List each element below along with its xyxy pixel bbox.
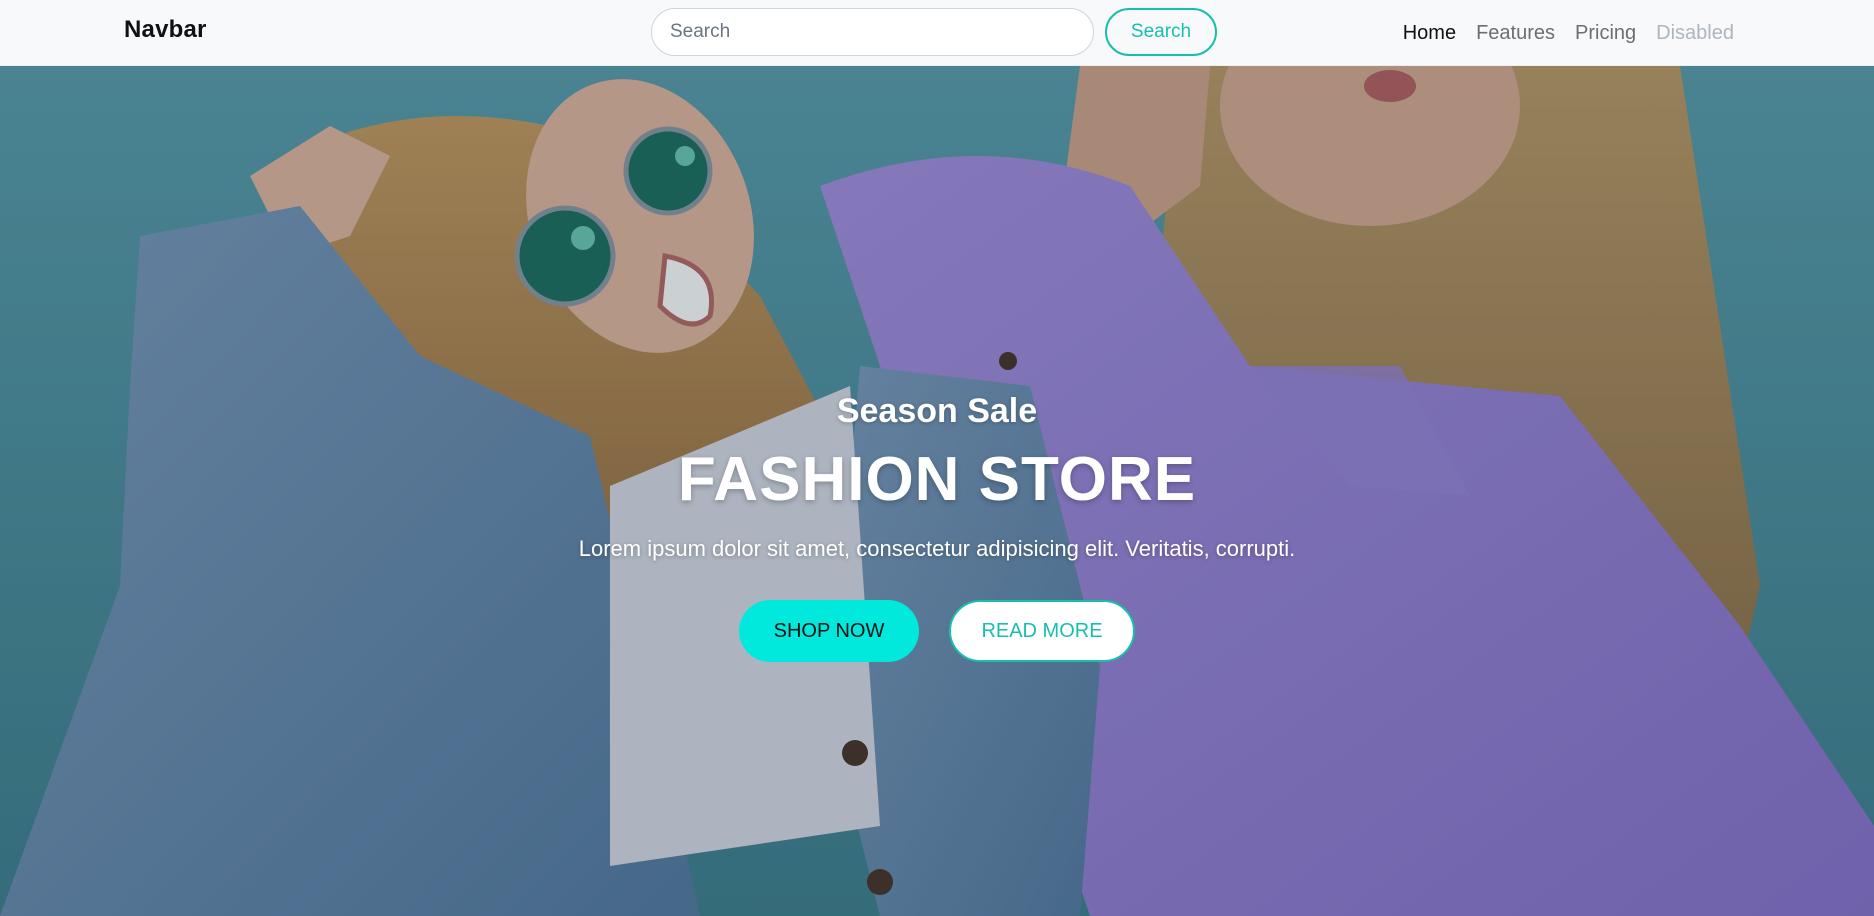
read-more-button[interactable]: READ MORE (949, 600, 1135, 662)
nav-link-home[interactable]: Home (1403, 22, 1456, 45)
shop-now-button[interactable]: SHOP NOW (739, 600, 919, 662)
navbar: Navbar Search Home Features Pricing Disa… (0, 0, 1874, 66)
nav-link-pricing[interactable]: Pricing (1575, 22, 1636, 45)
hero-section: Season Sale FASHION STORE Lorem ipsum do… (0, 66, 1874, 916)
hero-buttons: SHOP NOW READ MORE (0, 600, 1874, 662)
hero-title: FASHION STORE (677, 445, 1197, 514)
nav-link-disabled: Disabled (1656, 21, 1734, 44)
hero-subtitle: Season Sale (836, 392, 1038, 430)
nav-link-features[interactable]: Features (1476, 22, 1555, 45)
search-input[interactable] (651, 8, 1094, 56)
search-button[interactable]: Search (1105, 8, 1217, 56)
hero-description: Lorem ipsum dolor sit amet, consectetur … (578, 536, 1296, 561)
hero-content: Season Sale FASHION STORE Lorem ipsum do… (0, 66, 1874, 916)
nav-links: Home Features Pricing Disabled (1403, 0, 1734, 66)
navbar-brand[interactable]: Navbar (124, 16, 207, 44)
